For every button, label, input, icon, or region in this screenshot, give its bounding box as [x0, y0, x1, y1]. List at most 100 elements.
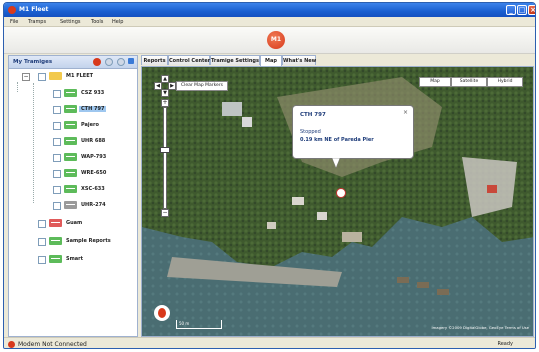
- group-item[interactable]: Sample Reports: [38, 237, 133, 247]
- group-checkbox[interactable]: [38, 256, 46, 264]
- item-label: UHR 688: [81, 138, 106, 144]
- menu-help[interactable]: Help: [112, 19, 123, 25]
- item-checkbox[interactable]: [53, 170, 61, 178]
- zoom-out-button[interactable]: −: [161, 209, 169, 217]
- group-checkbox[interactable]: [38, 238, 46, 246]
- group-icon: [49, 255, 62, 263]
- clear-markers-button[interactable]: Clear Map Markers: [176, 81, 228, 91]
- item-checkbox[interactable]: [53, 138, 61, 146]
- group-label: Smart: [66, 256, 84, 262]
- tree-item[interactable]: CSZ 933: [53, 89, 133, 99]
- popup-location: 0.19 km NE of Pareda Pier: [300, 137, 374, 143]
- settings-icon[interactable]: [128, 58, 134, 64]
- map-building: [222, 102, 242, 116]
- minimize-button[interactable]: _: [506, 5, 516, 15]
- popup-close-icon[interactable]: ×: [403, 109, 408, 116]
- group-item[interactable]: Smart: [38, 255, 133, 265]
- m1-logo: M1: [267, 31, 285, 49]
- vehicle-icon: [64, 185, 77, 193]
- menu-bar: File Tramps Settings Tools Help: [4, 17, 535, 27]
- group-checkbox[interactable]: [38, 220, 46, 228]
- map-building: [342, 232, 362, 242]
- item-label: WAP-793: [81, 154, 107, 160]
- map-type-hybrid-button[interactable]: Hybrid: [487, 77, 523, 87]
- tab-control-center[interactable]: Control Center: [168, 55, 210, 65]
- map-type-satellite-button[interactable]: Satellite: [451, 77, 487, 87]
- logo-mark: [158, 308, 166, 318]
- root-checkbox[interactable]: [38, 73, 46, 81]
- map-hut: [417, 282, 429, 288]
- vehicle-marker-icon[interactable]: [336, 188, 346, 198]
- tree-item[interactable]: CTH 797: [53, 105, 133, 115]
- tree-item[interactable]: UHR-274: [53, 201, 133, 211]
- popup-pointer: [332, 158, 341, 169]
- item-checkbox[interactable]: [53, 202, 61, 210]
- group-item[interactable]: Guam: [38, 219, 133, 229]
- panel-title: My Tramiges: [13, 59, 53, 65]
- item-checkbox[interactable]: [53, 186, 61, 194]
- tree-item[interactable]: WAP-793: [53, 153, 133, 163]
- connection-status-icon: [8, 341, 15, 348]
- tab-reports[interactable]: Reports: [141, 55, 168, 65]
- item-label: WRE-650: [81, 170, 107, 176]
- menu-settings[interactable]: Settings: [60, 19, 81, 25]
- map-type-map-button[interactable]: Map: [419, 77, 451, 87]
- menu-file[interactable]: File: [10, 19, 18, 25]
- refresh-icon[interactable]: [117, 58, 125, 66]
- pan-right-button[interactable]: ▶: [168, 82, 176, 90]
- popup-status: Stopped: [300, 129, 321, 135]
- vehicle-icon: [64, 89, 77, 97]
- maximize-button[interactable]: □: [517, 5, 527, 15]
- tree-item[interactable]: UHR 688: [53, 137, 133, 147]
- close-button[interactable]: ×: [528, 5, 535, 15]
- map-building-red: [487, 185, 497, 193]
- item-label: XSC-633: [81, 186, 105, 192]
- window-title: M1 Fleet: [19, 6, 49, 13]
- item-checkbox[interactable]: [53, 122, 61, 130]
- tree-line: [17, 82, 18, 92]
- item-checkbox[interactable]: [53, 106, 61, 114]
- vehicle-icon: [64, 201, 77, 209]
- map-view[interactable]: Clear Map Markers Map Satellite Hybrid ▲…: [141, 66, 534, 337]
- map-building: [267, 222, 276, 229]
- tab-map[interactable]: Map: [260, 55, 282, 66]
- zoom-slider-track[interactable]: [163, 107, 167, 209]
- menu-tools[interactable]: Tools: [91, 19, 103, 25]
- map-building: [242, 117, 252, 127]
- group-label: Guam: [66, 220, 83, 226]
- map-hut: [437, 289, 449, 295]
- item-checkbox[interactable]: [53, 90, 61, 98]
- root-label: M1 FLEET: [66, 73, 94, 79]
- banner: M1: [4, 27, 535, 54]
- tab-whats-new[interactable]: What's New: [282, 55, 316, 65]
- app-icon: [8, 6, 16, 14]
- tree-item[interactable]: XSC-633: [53, 185, 133, 195]
- add-icon[interactable]: [93, 58, 101, 66]
- status-bar: Modem Not Connected Ready: [4, 337, 535, 348]
- collapse-toggle[interactable]: −: [22, 73, 30, 81]
- pan-down-button[interactable]: ▼: [161, 89, 169, 97]
- item-label: CSZ 933: [81, 90, 105, 96]
- menu-tramps[interactable]: Tramps: [28, 19, 46, 25]
- search-icon[interactable]: [105, 58, 113, 66]
- panel-header: My Tramiges: [9, 56, 137, 69]
- group-icon: [49, 237, 62, 245]
- tree-item[interactable]: Pajero: [53, 121, 133, 131]
- item-label: UHR-274: [81, 202, 106, 208]
- app-window: M1 Fleet _ □ × File Tramps Settings Tool…: [3, 2, 536, 349]
- vehicle-icon: [64, 121, 77, 129]
- connection-status-text: Modem Not Connected: [18, 341, 87, 348]
- item-checkbox[interactable]: [53, 154, 61, 162]
- zoom-in-button[interactable]: +: [161, 99, 169, 107]
- group-label: Sample Reports: [66, 238, 111, 244]
- map-pan-control[interactable]: ▲ ◀ ▶ ▼: [154, 75, 176, 97]
- map-scale-bar: 50 m: [176, 320, 222, 329]
- tree-line: [33, 83, 34, 203]
- group-icon: [49, 219, 62, 227]
- tab-tramige-settings[interactable]: Tramige Settings: [210, 55, 260, 65]
- zoom-slider-thumb[interactable]: [160, 147, 170, 153]
- map-building: [317, 212, 327, 220]
- tree-item[interactable]: WRE-650: [53, 169, 133, 179]
- map-building: [292, 197, 304, 205]
- tree-root[interactable]: M1 FLEET: [38, 72, 133, 82]
